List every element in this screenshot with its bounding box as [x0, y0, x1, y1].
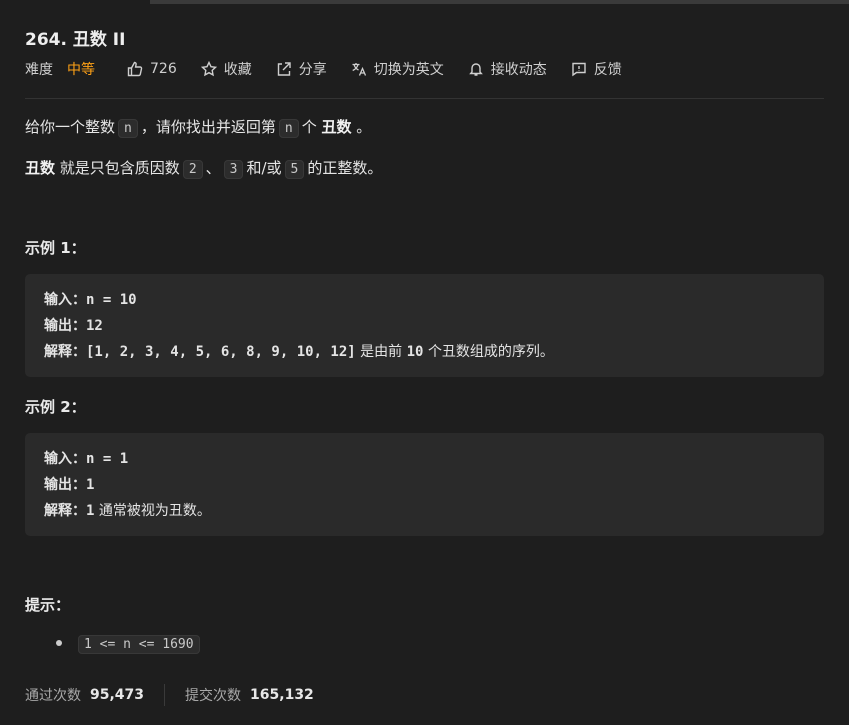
hint-item: 1 <= n <= 1690	[75, 632, 203, 656]
inline-code: n	[278, 119, 299, 138]
text: 个丑数组成的序列。	[427, 344, 554, 360]
thumbs-up-icon	[127, 61, 143, 77]
label: 输出：	[44, 477, 86, 493]
pass-count-label: 通过次数	[25, 688, 81, 704]
text: 个	[301, 118, 317, 136]
text: ，请你找出并返回第	[140, 118, 276, 136]
text: 就是只包含质因数	[59, 159, 180, 177]
star-icon	[200, 61, 217, 77]
notify-button[interactable]: 接收动态	[468, 59, 547, 79]
like-count: 726	[150, 61, 177, 77]
share-button[interactable]: 分享	[276, 59, 327, 79]
label: 输入：	[44, 451, 86, 467]
inline-code: 2	[182, 160, 203, 179]
translate-icon	[352, 63, 366, 76]
example-1-heading: 示例 1：	[25, 239, 86, 257]
example-1-block: 输入：n = 10 输出：12 解释：[1, 2, 3, 4, 5, 6, 8,…	[25, 274, 824, 377]
problem-meta-bar: 难度 中等 726 收藏 分享 切换为英文 接收动态 反馈	[25, 58, 824, 80]
top-bar-edge	[150, 0, 849, 4]
label: 解释：	[44, 503, 86, 519]
share-label: 分享	[298, 62, 327, 78]
collect-label: 收藏	[223, 62, 252, 78]
switch-language-label: 切换为英文	[373, 62, 444, 78]
difficulty-badge: 中等	[67, 62, 95, 78]
value: n = 1	[86, 451, 129, 467]
bell-icon	[468, 63, 483, 76]
text: 通常被视为丑数。	[98, 503, 211, 519]
stats-divider	[164, 684, 166, 706]
example-2-input: 输入：n = 1	[44, 446, 805, 472]
text: 是由前	[360, 344, 403, 360]
example-1-output: 输出：12	[44, 313, 805, 339]
example-1-input: 输入：n = 10	[44, 287, 805, 313]
example-1-explanation: 解释：[1, 2, 3, 4, 5, 6, 8, 9, 10, 12] 是由前 …	[44, 339, 805, 365]
bold-term: 丑数	[25, 159, 56, 177]
hints-heading: 提示：	[25, 596, 71, 614]
value: 10	[406, 344, 424, 360]
switch-language-button[interactable]: 切换为英文	[351, 59, 444, 79]
pass-count-value: 95,473	[90, 687, 145, 703]
description-line-1: 给你一个整数 n ，请你找出并返回第 n 个 丑数 。	[25, 116, 371, 140]
inline-code: 3	[223, 160, 244, 179]
text: 、	[205, 159, 221, 177]
inline-code: 1 <= n <= 1690	[78, 635, 200, 654]
label: 解释：	[44, 344, 86, 360]
example-2-heading: 示例 2：	[25, 398, 86, 416]
difficulty-label: 难度	[25, 62, 53, 78]
notify-label: 接收动态	[490, 62, 547, 78]
value: 1	[86, 477, 95, 493]
text: 和/或	[246, 159, 282, 177]
inline-code: 5	[284, 160, 305, 179]
value: 1	[86, 503, 95, 519]
value: 12	[86, 318, 103, 334]
feedback-label: 反馈	[593, 62, 622, 78]
value: [1, 2, 3, 4, 5, 6, 8, 9, 10, 12]	[86, 344, 356, 360]
example-2-explanation: 解释：1 通常被视为丑数。	[44, 498, 805, 524]
text: 。	[356, 118, 372, 136]
bold-term: 丑数	[321, 118, 352, 136]
collect-button[interactable]: 收藏	[200, 59, 252, 79]
inline-code: n	[118, 119, 138, 138]
label: 输出：	[44, 318, 86, 334]
description-line-2: 丑数 就是只包含质因数 2、 3 和/或 5 的正整数。	[25, 157, 382, 181]
submission-stats: 通过次数 95,473 提交次数 165,132	[25, 684, 314, 706]
bullet-icon	[56, 640, 62, 646]
share-icon	[277, 62, 291, 76]
text: 给你一个整数	[25, 118, 116, 136]
submit-count-value: 165,132	[250, 687, 314, 703]
value: n = 10	[86, 292, 137, 308]
text: 的正整数。	[307, 159, 383, 177]
example-2-block: 输入：n = 1 输出：1 解释：1 通常被视为丑数。	[25, 433, 824, 536]
like-button[interactable]: 726	[127, 61, 177, 77]
submit-count-label: 提交次数	[185, 688, 242, 704]
problem-title: 264. 丑数 II	[25, 30, 126, 50]
feedback-button[interactable]: 反馈	[571, 59, 622, 79]
example-2-output: 输出：1	[44, 472, 805, 498]
label: 输入：	[44, 292, 86, 308]
divider	[25, 98, 824, 99]
feedback-icon	[572, 62, 586, 77]
